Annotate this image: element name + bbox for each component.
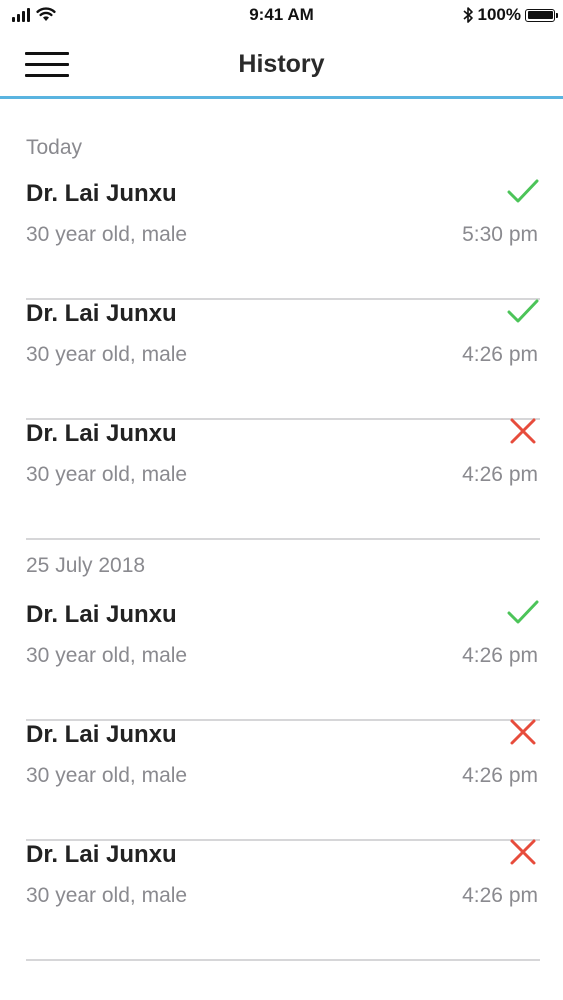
battery-percentage: 100% — [477, 5, 521, 24]
patient-details: 30 year old, male — [26, 343, 188, 366]
patient-details: 30 year old, male — [26, 223, 188, 246]
checkmark-icon — [507, 600, 539, 624]
item-time: 4:26 pm — [462, 764, 538, 787]
doctor-name: Dr. Lai Junxu — [26, 420, 177, 447]
navigation-bar: History — [0, 32, 563, 99]
history-item[interactable]: Dr. Lai Junxu 30 year old, male 5:30 pm — [26, 179, 540, 300]
doctor-name: Dr. Lai Junxu — [26, 601, 177, 628]
doctor-name: Dr. Lai Junxu — [26, 300, 177, 327]
status-bar: 9:41 AM 100% — [0, 0, 563, 32]
checkmark-icon — [507, 299, 539, 323]
patient-details: 30 year old, male — [26, 463, 188, 486]
page-title: History — [238, 50, 325, 78]
section-header: 25 July 2018 — [26, 554, 146, 577]
status-bar-right: 100% — [462, 5, 558, 25]
item-time: 5:30 pm — [462, 223, 538, 246]
section-header: Today — [26, 136, 83, 159]
cross-icon — [510, 839, 536, 865]
battery-icon — [525, 8, 558, 22]
history-item[interactable]: Dr. Lai Junxu 30 year old, male 4:26 pm — [26, 719, 540, 841]
patient-details: 30 year old, male — [26, 884, 188, 907]
item-time: 4:26 pm — [462, 343, 538, 366]
cross-icon — [510, 418, 536, 444]
doctor-name: Dr. Lai Junxu — [26, 841, 177, 868]
patient-details: 30 year old, male — [26, 764, 188, 787]
item-time: 4:26 pm — [462, 644, 538, 667]
history-item[interactable]: Dr. Lai Junxu 30 year old, male 4:26 pm — [26, 418, 540, 540]
cross-icon — [510, 719, 536, 745]
item-time: 4:26 pm — [462, 884, 538, 907]
history-item[interactable]: Dr. Lai Junxu 30 year old, male 4:26 pm — [26, 600, 540, 721]
doctor-name: Dr. Lai Junxu — [26, 721, 177, 748]
battery-level — [527, 11, 553, 19]
doctor-name: Dr. Lai Junxu — [26, 180, 177, 207]
checkmark-icon — [507, 179, 539, 203]
item-time: 4:26 pm — [462, 463, 538, 486]
history-item[interactable]: Dr. Lai Junxu 30 year old, male 4:26 pm — [26, 299, 540, 420]
bluetooth-icon — [462, 7, 473, 23]
patient-details: 30 year old, male — [26, 644, 188, 667]
history-item[interactable]: Dr. Lai Junxu 30 year old, male 4:26 pm — [26, 839, 540, 961]
